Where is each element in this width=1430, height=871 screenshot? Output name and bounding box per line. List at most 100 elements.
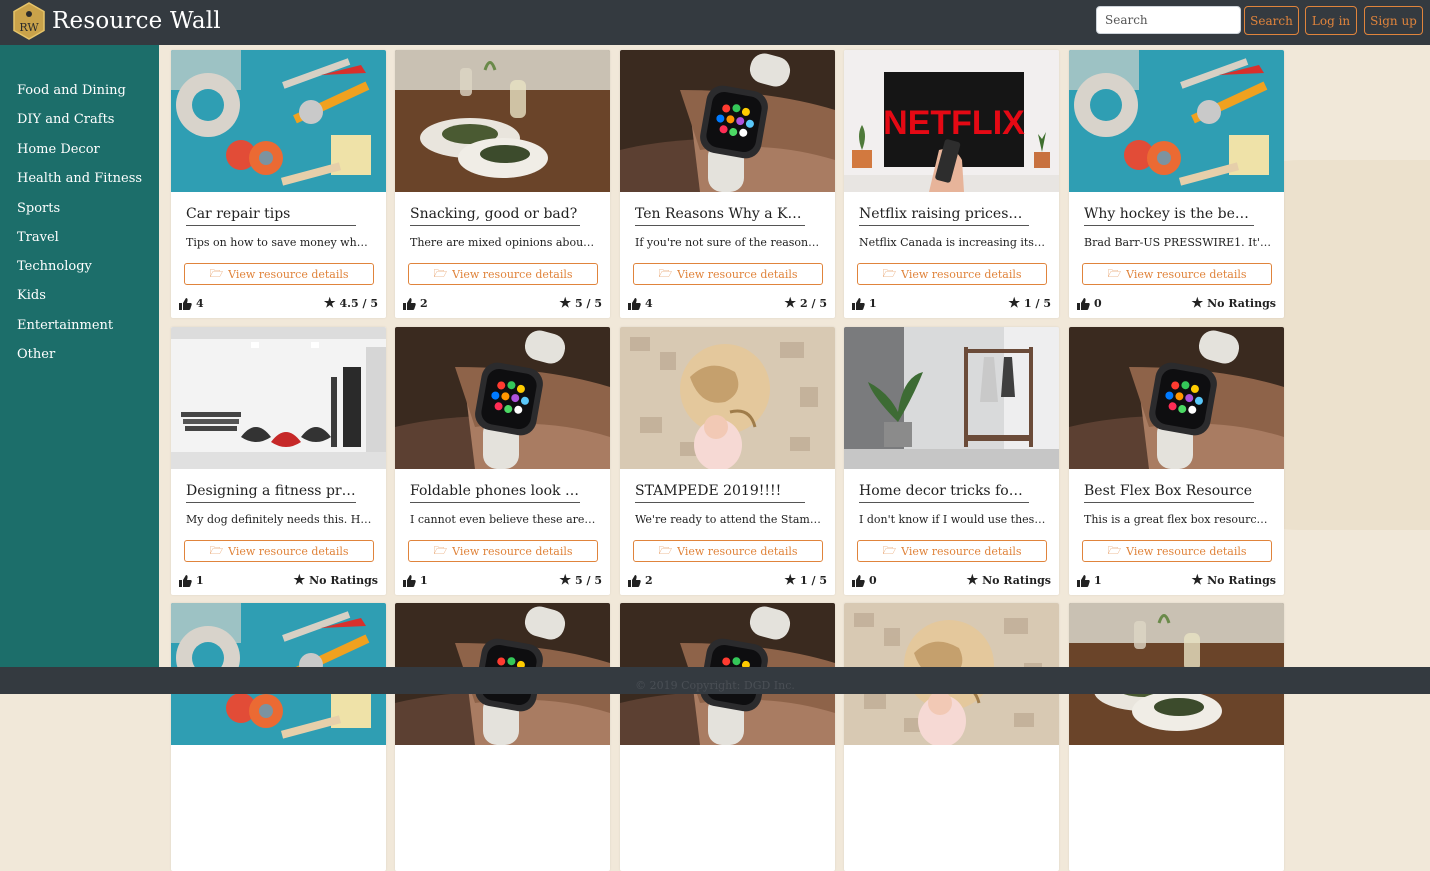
folder-open-icon: 🗁 [433,543,448,557]
rating-display: ★ No Ratings [1191,574,1276,587]
likes-count[interactable]: 1 [1077,574,1102,587]
view-details-button[interactable]: 🗁 View resource details [184,263,374,285]
view-details-button[interactable]: 🗁 View resource details [408,263,598,285]
likes-value: 1 [196,574,204,587]
search-input[interactable] [1096,6,1241,34]
card-thumbnail[interactable]: NETFLIX [844,50,1059,192]
likes-value: 2 [420,297,428,310]
view-details-label: View resource details [901,267,1022,281]
folder-open-icon: 🗁 [658,543,673,557]
food-table-image [395,50,610,192]
thumbs-up-icon [1077,574,1090,587]
view-details-label: View resource details [452,267,573,281]
likes-count[interactable]: 4 [628,297,653,310]
likes-count[interactable]: 0 [852,574,877,587]
thumbs-up-icon [852,297,865,310]
card-thumbnail[interactable] [1069,50,1284,192]
netflix-tv-image: NETFLIX [844,50,1059,192]
likes-count[interactable]: 2 [403,297,428,310]
category-sidebar: Food and Dining DIY and Crafts Home Deco… [0,45,159,667]
brand[interactable]: RW Resource Wall [12,2,221,40]
rating-display: ★ 1 / 5 [1008,297,1051,310]
home-decor-image [844,327,1059,469]
card-thumbnail[interactable] [395,50,610,192]
card-description: There are mixed opinions about s... [410,236,598,249]
card-thumbnail[interactable] [1069,327,1284,469]
star-icon: ★ [1008,296,1021,311]
svg-text:NETFLIX: NETFLIX [883,104,1025,142]
card-thumbnail[interactable] [171,327,386,469]
view-details-label: View resource details [1126,267,1247,281]
view-details-button[interactable]: 🗁 View resource details [1082,540,1272,562]
view-details-button[interactable]: 🗁 View resource details [633,540,823,562]
sidebar-item-travel[interactable]: Travel [17,230,59,245]
rating-value: 5 / 5 [575,297,602,310]
likes-count[interactable]: 4 [179,297,204,310]
star-icon: ★ [784,573,797,588]
view-details-button[interactable]: 🗁 View resource details [857,540,1047,562]
rating-value: 2 / 5 [800,297,827,310]
resource-card: Home decor tricks for a h... I don't know… [844,327,1059,595]
folder-open-icon: 🗁 [1107,266,1122,280]
sidebar-item-health-and-fitness[interactable]: Health and Fitness [17,171,142,186]
rating-value: 1 / 5 [1024,297,1051,310]
card-thumbnail[interactable] [395,327,610,469]
card-title: Home decor tricks for a h... [859,483,1029,503]
thumbs-up-icon [852,574,865,587]
copyright-text: © 2019 Copyright: DGD Inc. [635,679,795,692]
resource-card: Best Flex Box Resource This is a great fl… [1069,327,1284,595]
view-details-button[interactable]: 🗁 View resource details [184,540,374,562]
likes-count[interactable]: 1 [179,574,204,587]
sidebar-item-home-decor[interactable]: Home Decor [17,142,100,157]
likes-count[interactable]: 0 [1077,297,1102,310]
card-title: STAMPEDE 2019!!!! [635,483,805,503]
sidebar-item-other[interactable]: Other [17,347,55,362]
view-details-button[interactable]: 🗁 View resource details [408,540,598,562]
resource-card [171,603,386,871]
card-description: I cannot even believe these are re... [410,513,598,526]
sidebar-item-food-and-dining[interactable]: Food and Dining [17,83,126,98]
logo-icon: RW [13,2,45,40]
folder-open-icon: 🗁 [658,266,673,280]
resource-card: STAMPEDE 2019!!!! We're ready to attend t… [620,327,835,595]
card-thumbnail[interactable] [844,327,1059,469]
logo-text: RW [19,21,39,34]
card-title: Designing a fitness progra... [186,483,356,503]
view-details-button[interactable]: 🗁 View resource details [633,263,823,285]
card-title: Snacking, good or bad? [410,206,580,226]
sidebar-item-kids[interactable]: Kids [17,288,46,303]
sidebar-item-entertainment[interactable]: Entertainment [17,318,113,333]
card-thumbnail[interactable] [620,327,835,469]
view-details-button[interactable]: 🗁 View resource details [1082,263,1272,285]
gym-image [171,327,386,469]
likes-count[interactable]: 1 [403,574,428,587]
likes-count[interactable]: 2 [628,574,653,587]
likes-count[interactable]: 1 [852,297,877,310]
rating-display: ★ 4.5 / 5 [324,297,378,310]
signup-button[interactable]: Sign up [1364,6,1423,35]
card-thumbnail[interactable] [171,50,386,192]
likes-value: 1 [869,297,877,310]
card-description: My dog definitely needs this. He'... [186,513,374,526]
sidebar-item-diy-and-crafts[interactable]: DIY and Crafts [17,112,114,127]
view-details-button[interactable]: 🗁 View resource details [857,263,1047,285]
craft-tools-image [171,50,386,192]
rating-display: ★ No Ratings [293,574,378,587]
card-title: Foldable phones look craz... [410,483,580,503]
resource-card [395,603,610,871]
star-icon: ★ [966,573,979,588]
login-button[interactable]: Log in [1305,6,1357,35]
card-title: Netflix raising prices? W... [859,206,1029,226]
search-button[interactable]: Search [1244,6,1299,35]
view-details-label: View resource details [228,544,349,558]
card-description: Brad Barr-US PRESSWIRE1. It's ... [1084,236,1272,249]
thumbs-up-icon [403,574,416,587]
card-thumbnail[interactable] [620,50,835,192]
card-title: Ten Reasons Why a Kid S... [635,206,805,226]
resource-card: Why hockey is the best sp... Brad Barr-US… [1069,50,1284,318]
sidebar-item-technology[interactable]: Technology [17,259,92,274]
resource-card [620,603,835,871]
sidebar-item-sports[interactable]: Sports [17,201,60,216]
star-icon: ★ [1191,573,1204,588]
rating-display: ★ 1 / 5 [784,574,827,587]
